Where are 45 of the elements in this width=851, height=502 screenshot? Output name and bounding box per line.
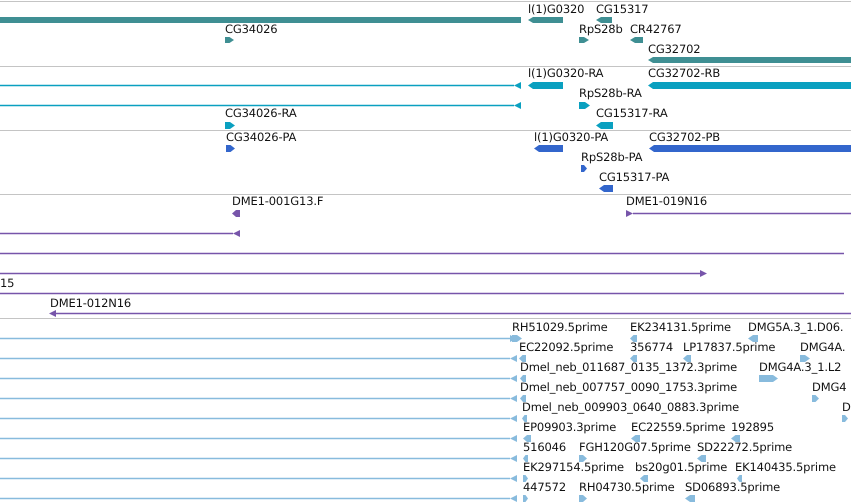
- feature-label: Dmel_neb_009903_0640_0883.3prime: [522, 401, 740, 414]
- feature-label: CG32702-PB: [649, 131, 720, 144]
- feature-label: l(1)G0320: [528, 3, 584, 16]
- feature-label: DMG4: [812, 381, 846, 394]
- feature-label: FGH120G07.5prime: [579, 441, 691, 454]
- feature-label: Dmel_neb_011687_0135_1372.3prime: [520, 361, 738, 374]
- feature-label: CG34026-RA: [225, 107, 297, 120]
- feature-label: RpS28b-RA: [579, 87, 642, 100]
- feature-label: SD06893.5prime: [685, 481, 780, 494]
- feature-label: bs20g01.5prime: [635, 461, 728, 474]
- feature-label: 356774: [630, 341, 673, 354]
- feature-label: CR42767: [630, 23, 682, 36]
- feature-label: DMG4A.3_1.L2: [759, 361, 842, 374]
- feature-label: Dmel_neb_007757_0090_1753.3prime: [520, 381, 738, 394]
- feature-label: CG15317-PA: [599, 171, 670, 184]
- feature-label: 15: [0, 277, 14, 290]
- feature-label: DME1-019N16: [626, 195, 708, 208]
- feature-label: 192895: [731, 421, 774, 434]
- feature-label: DMG5A.3_1.D06.: [748, 321, 844, 334]
- feature-label: RpS28b-PA: [581, 151, 642, 164]
- feature-label: DME1-001G13.F: [232, 195, 324, 208]
- feature-label: D: [842, 401, 851, 414]
- feature-label: RH04730.5prime: [579, 481, 675, 494]
- feature-label: CG32702-RB: [648, 67, 720, 80]
- feature-label: EK140435.5prime: [735, 461, 836, 474]
- feature-label: 516046: [523, 441, 566, 454]
- feature-label: l(1)G0320-PA: [534, 131, 608, 144]
- feature-label: SD22272.5prime: [697, 441, 792, 454]
- feature-label: CG34026: [225, 23, 278, 36]
- feature-label: EK234131.5prime: [630, 321, 731, 334]
- feature-label: DMG4A.: [800, 341, 846, 354]
- feature-label: LP17837.5prime: [683, 341, 776, 354]
- feature-label: EK297154.5prime: [523, 461, 624, 474]
- feature-label: 447572: [523, 481, 566, 494]
- feature-label: RH51029.5prime: [512, 321, 608, 334]
- feature-label: DME1-012N16: [50, 297, 132, 310]
- feature-label: CG15317: [596, 3, 648, 16]
- feature-label: EC22559.5prime: [631, 421, 726, 434]
- feature-label: l(1)G0320-RA: [528, 67, 604, 80]
- feature-label: EC22092.5prime: [519, 341, 614, 354]
- feature-label: CG32702: [648, 43, 700, 56]
- feature-label: RpS28b: [579, 23, 623, 36]
- feature-label: EP09903.3prime: [523, 421, 616, 434]
- feature-label: CG34026-PA: [226, 131, 296, 144]
- feature-label: CG15317-RA: [596, 107, 668, 120]
